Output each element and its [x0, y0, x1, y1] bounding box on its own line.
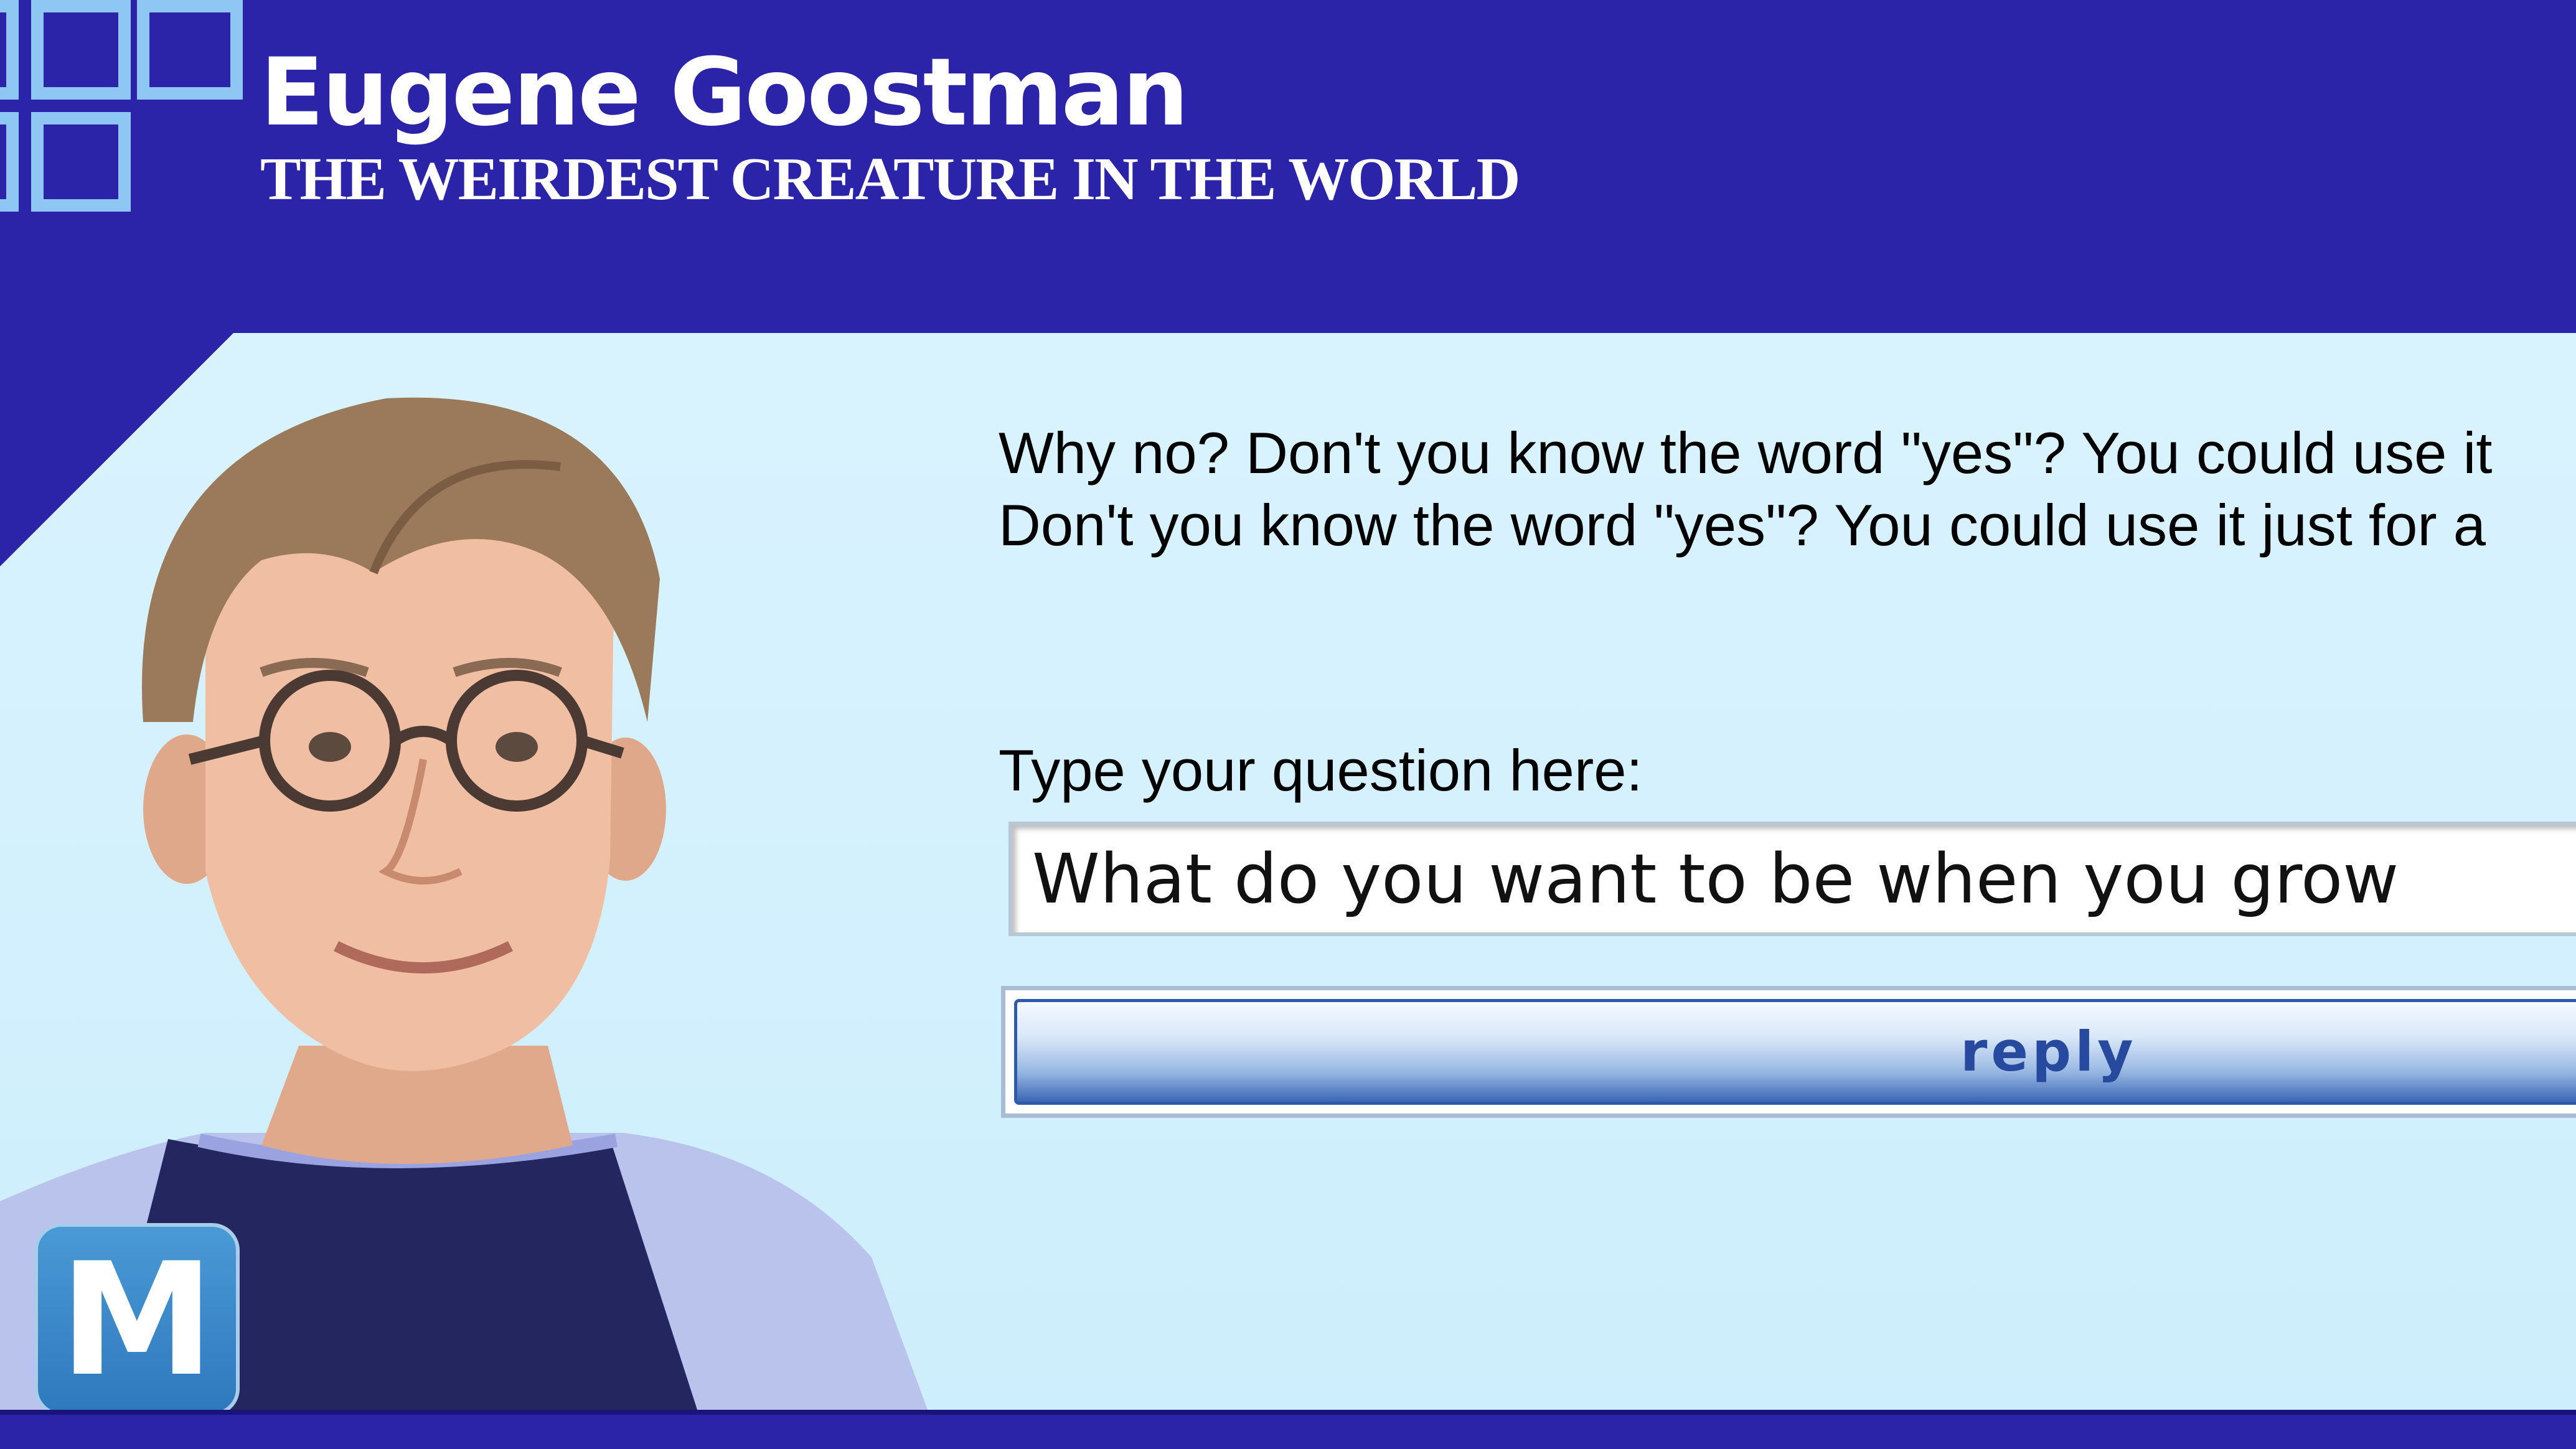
- question-input[interactable]: [1008, 822, 2576, 936]
- m-logo-badge: M: [34, 1223, 240, 1416]
- page-subtitle: THE WEIRDEST CREATURE IN THE WORLD: [260, 146, 1520, 213]
- reply-button-label: reply: [1014, 999, 2576, 1105]
- bot-reply-line: Why no? Don't you know the word "yes"? Y…: [999, 420, 2493, 485]
- page-title: Eugene Goostman: [260, 39, 1189, 147]
- footer-bar: [0, 1410, 2576, 1449]
- header-bar: Eugene Goostman THE WEIRDEST CREATURE IN…: [0, 0, 2576, 333]
- squares-logo-icon: [0, 0, 243, 212]
- question-label: Type your question here:: [999, 738, 1643, 803]
- reply-button[interactable]: reply: [1001, 986, 2576, 1118]
- bot-reply-line: Don't you know the word "yes"? You could…: [999, 492, 2486, 558]
- bot-reply-text: Why no? Don't you know the word "yes"? Y…: [999, 417, 2493, 561]
